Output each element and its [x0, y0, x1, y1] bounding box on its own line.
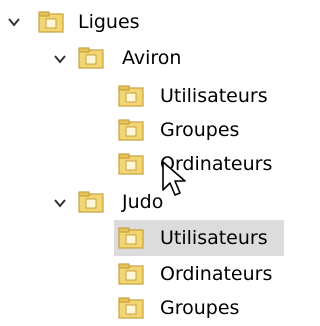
folder-icon	[118, 85, 144, 107]
folder-icon	[118, 297, 144, 319]
tree-node-judo-utilisateurs[interactable]: Utilisateurs	[0, 220, 288, 256]
mouse-pointer-icon	[162, 161, 186, 196]
folder-icon	[118, 263, 144, 285]
tree-node-judo-groupes[interactable]: Groupes	[0, 290, 288, 326]
folder-icon	[118, 153, 144, 175]
tree-node-judo-ordinateurs[interactable]: Ordinateurs	[0, 256, 288, 292]
folder-icon	[78, 47, 104, 69]
tree-node-label: Judo	[122, 191, 164, 213]
chevron-down-icon[interactable]	[6, 14, 22, 30]
tree-node-aviron[interactable]: Aviron	[0, 40, 288, 76]
tree-node-aviron-groupes[interactable]: Groupes	[0, 112, 288, 148]
tree-node-label: Ordinateurs	[160, 263, 273, 285]
folder-icon	[118, 119, 144, 141]
tree-node-label: Ligues	[78, 11, 140, 33]
folder-icon	[78, 191, 104, 213]
folder-icon	[38, 11, 64, 33]
tree-node-aviron-utilisateurs[interactable]: Utilisateurs	[0, 78, 288, 114]
tree-node-judo[interactable]: Judo	[0, 184, 288, 220]
tree-node-ligues[interactable]: Ligues	[0, 4, 288, 40]
folder-icon	[118, 227, 144, 249]
tree-node-aviron-ordinateurs[interactable]: Ordinateurs	[0, 146, 288, 182]
tree-node-label: Utilisateurs	[160, 85, 268, 107]
chevron-down-icon[interactable]	[52, 51, 68, 67]
tree-node-label: Groupes	[160, 297, 240, 319]
tree-node-label: Groupes	[160, 119, 240, 141]
tree-node-label: Aviron	[122, 47, 182, 69]
chevron-down-icon[interactable]	[52, 195, 68, 211]
tree-node-label: Utilisateurs	[160, 227, 268, 249]
